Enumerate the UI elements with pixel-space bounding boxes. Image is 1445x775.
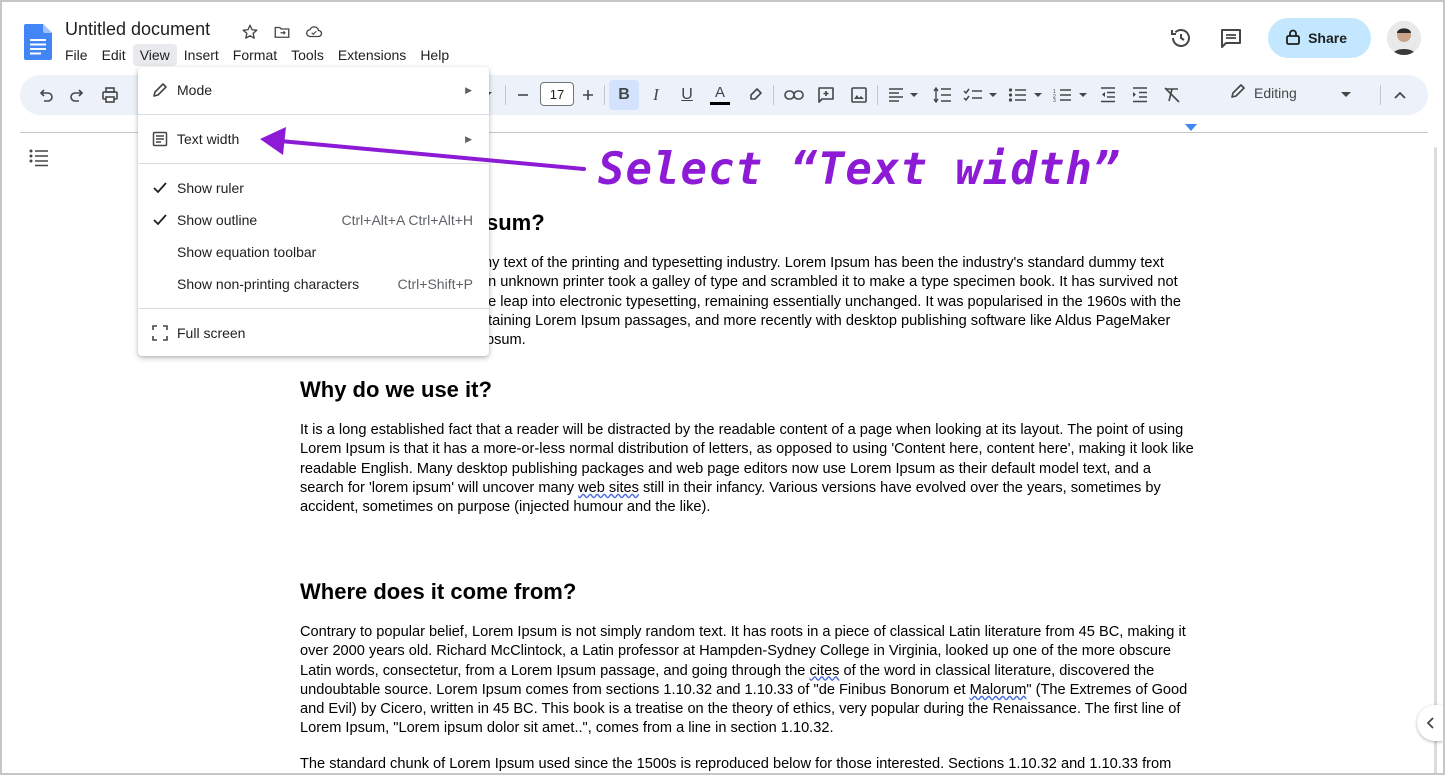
numbered-list-icon[interactable]: 123 — [1053, 83, 1089, 107]
menu-divider — [138, 163, 489, 164]
text-color-button[interactable]: A — [708, 83, 732, 107]
line-spacing-icon[interactable] — [931, 83, 953, 107]
align-icon[interactable] — [887, 83, 921, 107]
scrollbar[interactable] — [1434, 147, 1437, 773]
menu-item-text-width[interactable]: Text width ▶ — [138, 123, 489, 155]
collapse-toolbar-icon[interactable] — [1390, 83, 1410, 107]
clear-formatting-icon[interactable] — [1161, 83, 1183, 107]
chevron-down-icon — [1340, 85, 1351, 101]
menu-format[interactable]: Format — [226, 44, 284, 66]
menu-view[interactable]: View — [132, 44, 177, 66]
svg-text:3: 3 — [1053, 98, 1056, 102]
increase-font-size-icon[interactable] — [579, 83, 597, 107]
menu-edit[interactable]: Edit — [95, 44, 133, 66]
document-title[interactable]: Untitled document — [65, 19, 210, 40]
menu-item-mode[interactable]: Mode ▶ — [138, 74, 489, 106]
menu-bar: File Edit View Insert Format Tools Exten… — [58, 44, 456, 66]
lock-icon — [1286, 29, 1300, 48]
history-icon[interactable] — [1164, 21, 1198, 55]
submenu-arrow-icon: ▶ — [465, 84, 472, 95]
paragraph-line: ntaining Lorem Ipsum passages, and more … — [480, 313, 1171, 329]
document-outline-icon[interactable] — [29, 149, 49, 172]
decrease-font-size-icon[interactable] — [514, 83, 532, 107]
share-label: Share — [1308, 30, 1347, 46]
menu-divider — [138, 308, 489, 309]
menu-insert[interactable]: Insert — [177, 44, 226, 66]
paragraph-line: he leap into electronic typesetting, rem… — [480, 294, 1181, 310]
right-indent-marker[interactable] — [1185, 124, 1197, 131]
menu-item-show-outline[interactable]: Show outline Ctrl+Alt+A Ctrl+Alt+H — [138, 204, 489, 236]
menu-file[interactable]: File — [58, 44, 95, 66]
fullscreen-icon — [151, 324, 169, 342]
shortcut-label: Ctrl+Shift+P — [397, 276, 473, 292]
menu-extensions[interactable]: Extensions — [331, 44, 413, 66]
comments-icon[interactable] — [1214, 21, 1248, 55]
paragraph-line: psum. — [486, 332, 526, 348]
heading-why: Why do we use it? — [300, 377, 492, 402]
cloud-saved-icon[interactable] — [302, 20, 326, 44]
menu-item-show-equation-toolbar[interactable]: Show equation toolbar — [138, 236, 489, 268]
menu-item-show-non-printing[interactable]: Show non-printing characters Ctrl+Shift+… — [138, 268, 489, 300]
text-color-letter: A — [714, 84, 725, 101]
menu-tools[interactable]: Tools — [284, 44, 331, 66]
undo-icon[interactable] — [36, 83, 56, 107]
bold-button[interactable]: B — [609, 80, 639, 110]
submenu-arrow-icon: ▶ — [465, 133, 472, 144]
highlight-icon[interactable] — [744, 83, 766, 107]
italic-button[interactable]: I — [646, 83, 666, 107]
paragraph-why: It is a long established fact that a rea… — [300, 422, 1194, 516]
toolbar-divider — [505, 85, 506, 105]
paragraph-standard-chunk: The standard chunk of Lorem Ipsum used s… — [300, 756, 1172, 772]
decrease-indent-icon[interactable] — [1097, 83, 1119, 107]
shortcut-label: Ctrl+Alt+A Ctrl+Alt+H — [341, 212, 474, 228]
share-button[interactable]: Share — [1268, 18, 1371, 58]
toolbar-divider — [773, 85, 774, 105]
insert-image-icon[interactable] — [848, 83, 870, 107]
editing-label: Editing — [1254, 84, 1297, 101]
avatar[interactable] — [1387, 21, 1421, 55]
underline-button[interactable]: U — [677, 83, 697, 107]
app-window: Untitled document File Edit View Insert … — [0, 0, 1445, 775]
bulleted-list-icon[interactable] — [1008, 83, 1044, 107]
paragraph-line: my text of the printing and typesetting … — [480, 255, 1164, 271]
paragraph-where: Contrary to popular belief, Lorem Ipsum … — [300, 624, 1188, 737]
menu-item-full-screen[interactable]: Full screen — [138, 317, 489, 349]
text-color-swatch — [710, 102, 730, 105]
side-panel-toggle[interactable] — [1417, 705, 1443, 741]
pencil-icon — [151, 81, 169, 99]
heading-where: Where does it come from? — [300, 579, 577, 604]
heading-partial: sum? — [486, 210, 545, 235]
star-icon[interactable] — [238, 20, 262, 44]
text-width-icon — [151, 130, 169, 148]
menu-help[interactable]: Help — [413, 44, 456, 66]
docs-logo-icon[interactable] — [24, 24, 52, 60]
link-icon[interactable] — [782, 83, 806, 107]
checkmark-icon — [151, 179, 169, 197]
toolbar-divider — [604, 85, 605, 105]
toolbar-divider — [1380, 85, 1381, 105]
move-to-folder-icon[interactable] — [270, 20, 294, 44]
redo-icon[interactable] — [67, 83, 87, 107]
menu-item-show-ruler[interactable]: Show ruler — [138, 172, 489, 204]
add-comment-icon[interactable] — [815, 83, 837, 107]
increase-indent-icon[interactable] — [1129, 83, 1151, 107]
checklist-icon[interactable] — [963, 83, 999, 107]
paragraph-line: an unknown printer took a galley of type… — [480, 274, 1178, 290]
checkmark-icon — [151, 211, 169, 229]
menu-divider — [138, 114, 489, 115]
toolbar-divider — [877, 85, 878, 105]
pencil-icon — [1230, 83, 1246, 102]
font-size-input[interactable]: 17 — [540, 82, 574, 106]
view-menu-dropdown: Mode ▶ Text width ▶ Show ruler Show outl… — [138, 67, 489, 356]
print-icon[interactable] — [99, 83, 121, 107]
editing-mode-dropdown[interactable]: Editing — [1230, 83, 1351, 102]
annotation-label: Select “Text width” — [598, 144, 1121, 195]
